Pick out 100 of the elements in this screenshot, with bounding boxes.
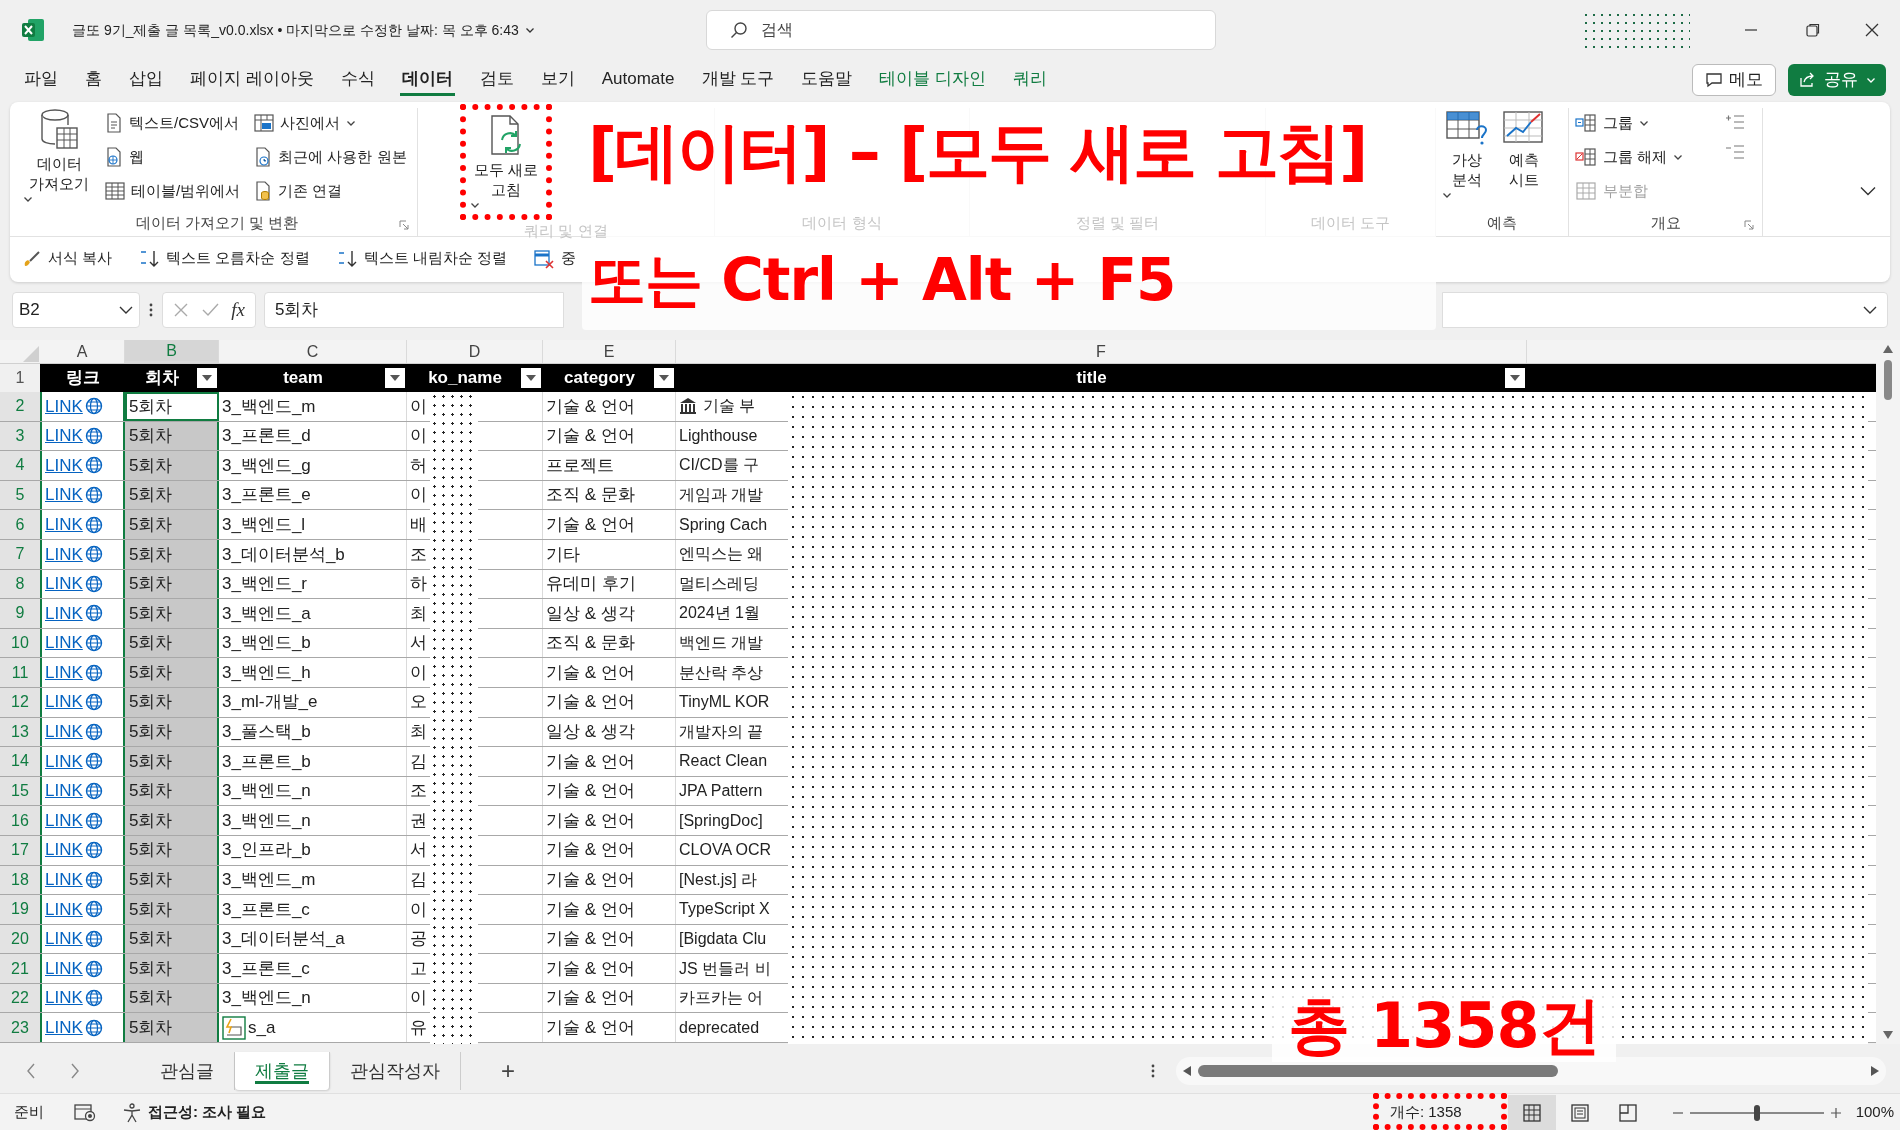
link[interactable]: LINK bbox=[45, 896, 103, 923]
name-box[interactable]: B2 bbox=[12, 292, 140, 328]
zoom-level[interactable]: 100% bbox=[1855, 1101, 1894, 1124]
row-number[interactable]: 13 bbox=[0, 717, 40, 747]
row-number[interactable]: 2 bbox=[0, 392, 40, 421]
more-icon[interactable] bbox=[148, 302, 154, 318]
menu-tab[interactable]: 보기 bbox=[538, 64, 577, 96]
table-cell[interactable]: 기술 & 언어 bbox=[543, 835, 676, 865]
row-number[interactable]: 3 bbox=[0, 421, 40, 451]
toolbar-button[interactable]: 텍스트 내림차순 정렬 bbox=[335, 247, 507, 270]
link[interactable]: LINK bbox=[45, 452, 103, 479]
quick-analysis-icon[interactable] bbox=[222, 1015, 246, 1040]
ribbon-button[interactable]: 기존 연결 bbox=[254, 176, 407, 206]
table-cell[interactable]: 3_ml-개발_e bbox=[219, 687, 407, 717]
scroll-right-icon[interactable] bbox=[1870, 1065, 1880, 1077]
table-cell[interactable]: 5회차 bbox=[125, 747, 219, 776]
table-cell[interactable]: 3_백엔드_n bbox=[219, 806, 407, 835]
table-cell[interactable]: TinyML KOR bbox=[679, 690, 770, 715]
row-number[interactable]: 14 bbox=[0, 747, 40, 776]
macro-record-icon[interactable] bbox=[74, 1103, 96, 1122]
filter-button[interactable] bbox=[197, 368, 217, 388]
link[interactable]: LINK bbox=[45, 659, 103, 686]
link[interactable]: LINK bbox=[45, 393, 103, 420]
table-cell[interactable]: 3_데이터분석_b bbox=[219, 539, 407, 569]
ribbon-button[interactable]: 최근에 사용한 원본 bbox=[254, 142, 407, 172]
link[interactable]: LINK bbox=[45, 541, 103, 567]
table-cell[interactable]: 기술 & 언어 bbox=[543, 747, 676, 776]
link[interactable]: LINK bbox=[45, 482, 103, 508]
sheet-tab[interactable]: 제출글 bbox=[235, 1052, 330, 1090]
menu-tab[interactable]: Automate bbox=[599, 64, 677, 96]
table-cell[interactable]: 멀티스레딩 bbox=[679, 571, 759, 596]
table-cell[interactable]: 일상 & 생각 bbox=[543, 717, 676, 747]
table-cell[interactable]: 5회차 bbox=[125, 1013, 219, 1043]
column-header[interactable]: D bbox=[407, 340, 543, 363]
search-field[interactable]: 검색 bbox=[706, 10, 1216, 50]
menu-tab[interactable]: 페이지 레이아웃 bbox=[188, 64, 316, 96]
row-number[interactable]: 17 bbox=[0, 835, 40, 865]
insert-function-button[interactable]: fx bbox=[231, 295, 245, 325]
row-number[interactable]: 23 bbox=[0, 1013, 40, 1043]
menu-tab[interactable]: 수식 bbox=[338, 64, 377, 96]
table-cell[interactable]: 5회차 bbox=[125, 806, 219, 835]
table-cell[interactable]: 엔믹스는 왜 bbox=[679, 542, 764, 567]
table-cell[interactable]: 기술 & 언어 bbox=[543, 510, 676, 539]
link[interactable]: LINK bbox=[45, 748, 103, 775]
link[interactable]: LINK bbox=[45, 571, 103, 597]
next-sheet-icon[interactable] bbox=[70, 1063, 80, 1079]
row-number[interactable]: 7 bbox=[0, 539, 40, 569]
row-number[interactable]: 22 bbox=[0, 983, 40, 1013]
horizontal-scrollbar[interactable] bbox=[1176, 1057, 1886, 1085]
table-cell[interactable]: 3_프론트_d bbox=[219, 421, 407, 451]
toolbar-button[interactable]: 텍스트 오름차순 정렬 bbox=[138, 247, 310, 270]
link[interactable]: LINK bbox=[45, 807, 103, 834]
table-cell[interactable]: Lighthouse bbox=[679, 423, 758, 448]
table-cell[interactable]: 3_인프라_b bbox=[219, 835, 407, 865]
table-cell[interactable]: 5회차 bbox=[125, 717, 219, 747]
menu-tab[interactable]: 도움말 bbox=[799, 64, 855, 96]
column-header[interactable]: F bbox=[676, 340, 1527, 363]
row-number[interactable]: 19 bbox=[0, 895, 40, 924]
column-header[interactable]: E bbox=[543, 340, 676, 363]
menu-tab[interactable]: 검토 bbox=[477, 64, 516, 96]
table-cell[interactable]: 2024년 1월 bbox=[679, 601, 760, 626]
table-cell[interactable]: 조직 & 문화 bbox=[543, 480, 676, 510]
menu-tab[interactable]: 쿼리 bbox=[1010, 64, 1049, 96]
link[interactable]: LINK bbox=[45, 689, 103, 715]
table-cell[interactable]: 5회차 bbox=[125, 628, 219, 658]
table-cell[interactable]: 3_프론트_c bbox=[219, 895, 407, 924]
table-cell[interactable]: 3_백엔드_r bbox=[219, 569, 407, 599]
ribbon-button[interactable]: 테이블/범위에서 bbox=[105, 176, 241, 206]
row-number[interactable]: 12 bbox=[0, 687, 40, 717]
table-cell[interactable]: 3_프론트_e bbox=[219, 480, 407, 510]
table-cell[interactable]: 5회차 bbox=[125, 895, 219, 924]
table-cell[interactable]: 5회차 bbox=[125, 451, 219, 480]
scroll-thumb[interactable] bbox=[1198, 1065, 1558, 1077]
link[interactable]: LINK bbox=[45, 511, 103, 538]
row-number[interactable]: 6 bbox=[0, 510, 40, 539]
ribbon-button[interactable]: 텍스트/CSV에서 bbox=[105, 108, 241, 138]
ribbon-button[interactable]: 예측 시트 bbox=[1502, 108, 1546, 190]
link[interactable]: LINK bbox=[45, 955, 103, 982]
table-cell[interactable]: JS 번들러 비 bbox=[679, 956, 771, 981]
table-cell[interactable]: 3_백엔드_b bbox=[219, 628, 407, 658]
link[interactable]: LINK bbox=[45, 423, 103, 449]
table-cell[interactable]: 기술 & 언어 bbox=[543, 924, 676, 954]
table-cell[interactable]: 유데미 후기 bbox=[543, 569, 676, 599]
table-cell[interactable]: 5회차 bbox=[125, 539, 219, 569]
column-header[interactable]: C bbox=[219, 340, 407, 363]
table-cell[interactable]: 카프카는 어 bbox=[679, 986, 764, 1011]
menu-tab[interactable]: 홈 bbox=[83, 64, 104, 96]
toolbar-button[interactable]: 중 bbox=[532, 247, 576, 270]
table-cell[interactable]: 5회차 bbox=[125, 658, 219, 687]
view-button[interactable] bbox=[1507, 1094, 1556, 1130]
table-cell[interactable]: 기술 & 언어 bbox=[543, 687, 676, 717]
restore-icon[interactable] bbox=[1806, 23, 1820, 37]
menu-tab[interactable]: 삽입 bbox=[127, 64, 165, 96]
table-cell[interactable]: 기술 & 언어 bbox=[543, 392, 676, 421]
table-cell[interactable]: 3_백엔드_l bbox=[219, 510, 407, 539]
check-icon[interactable] bbox=[201, 302, 220, 318]
table-cell[interactable]: CLOVA OCR bbox=[679, 838, 772, 863]
link[interactable]: LINK bbox=[45, 837, 103, 863]
table-cell[interactable]: 기술 & 언어 bbox=[543, 776, 676, 806]
row-number[interactable]: 18 bbox=[0, 865, 40, 895]
